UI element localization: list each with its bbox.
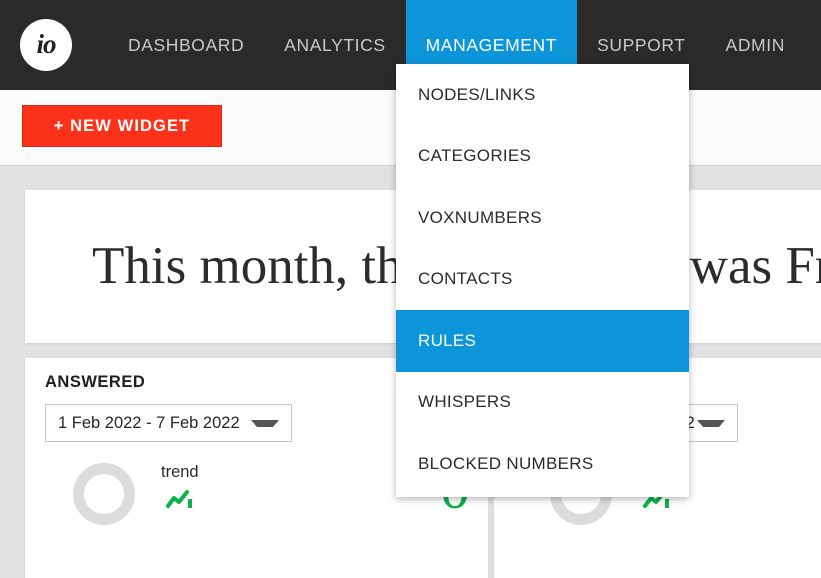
brand-logo[interactable]: io: [20, 19, 72, 71]
trend-up-icon: [165, 490, 192, 508]
stat-group-left: trend: [73, 463, 199, 525]
answered-donut-left: [73, 463, 135, 525]
trend-block-left: trend: [161, 463, 199, 509]
menu-item-whispers[interactable]: WHISPERS: [396, 372, 689, 434]
stats-section-title: ANSWERED: [45, 373, 146, 391]
brand-logo-text: io: [36, 28, 56, 59]
chevron-down-icon: [697, 419, 725, 427]
menu-item-nodes-links[interactable]: NODES/LINKS: [396, 64, 689, 126]
date-range-select-left[interactable]: 1 Feb 2022 - 7 Feb 2022: [45, 404, 292, 442]
nav-item-analytics[interactable]: ANALYTICS: [264, 0, 405, 90]
new-widget-button[interactable]: + NEW WIDGET: [22, 105, 222, 147]
menu-item-categories[interactable]: CATEGORIES: [396, 126, 689, 188]
menu-item-blocked-numbers[interactable]: BLOCKED NUMBERS: [396, 433, 689, 495]
menu-item-rules[interactable]: RULES: [396, 310, 689, 372]
date-range-left-value: 1 Feb 2022 - 7 Feb 2022: [58, 413, 240, 432]
menu-item-contacts[interactable]: CONTACTS: [396, 249, 689, 311]
nav-item-admin[interactable]: ADMIN: [706, 0, 805, 90]
chevron-down-icon: [251, 419, 279, 427]
menu-item-voxnumbers[interactable]: VOXNUMBERS: [396, 187, 689, 249]
nav-item-dashboard[interactable]: DASHBOARD: [108, 0, 264, 90]
trend-label-left: trend: [161, 463, 199, 481]
management-dropdown-menu: NODES/LINKS CATEGORIES VOXNUMBERS CONTAC…: [396, 64, 689, 497]
